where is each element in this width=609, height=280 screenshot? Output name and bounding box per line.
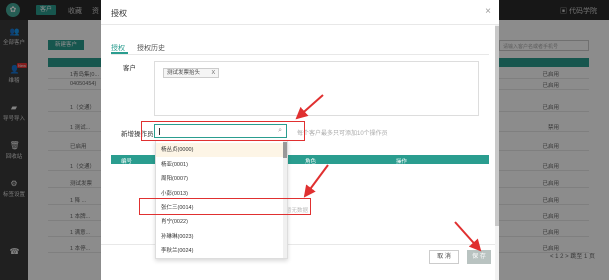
app-window: ✿ 客户 收藏 资 ▣ 代码学院 👥 全部客户 👤 New 维稽 ▰ 导号导入 … [0,0,609,280]
annotation-arrows [295,94,482,252]
arrow-to-input [295,94,324,120]
arrow-to-option [303,164,329,198]
arrow-to-save [454,221,482,252]
